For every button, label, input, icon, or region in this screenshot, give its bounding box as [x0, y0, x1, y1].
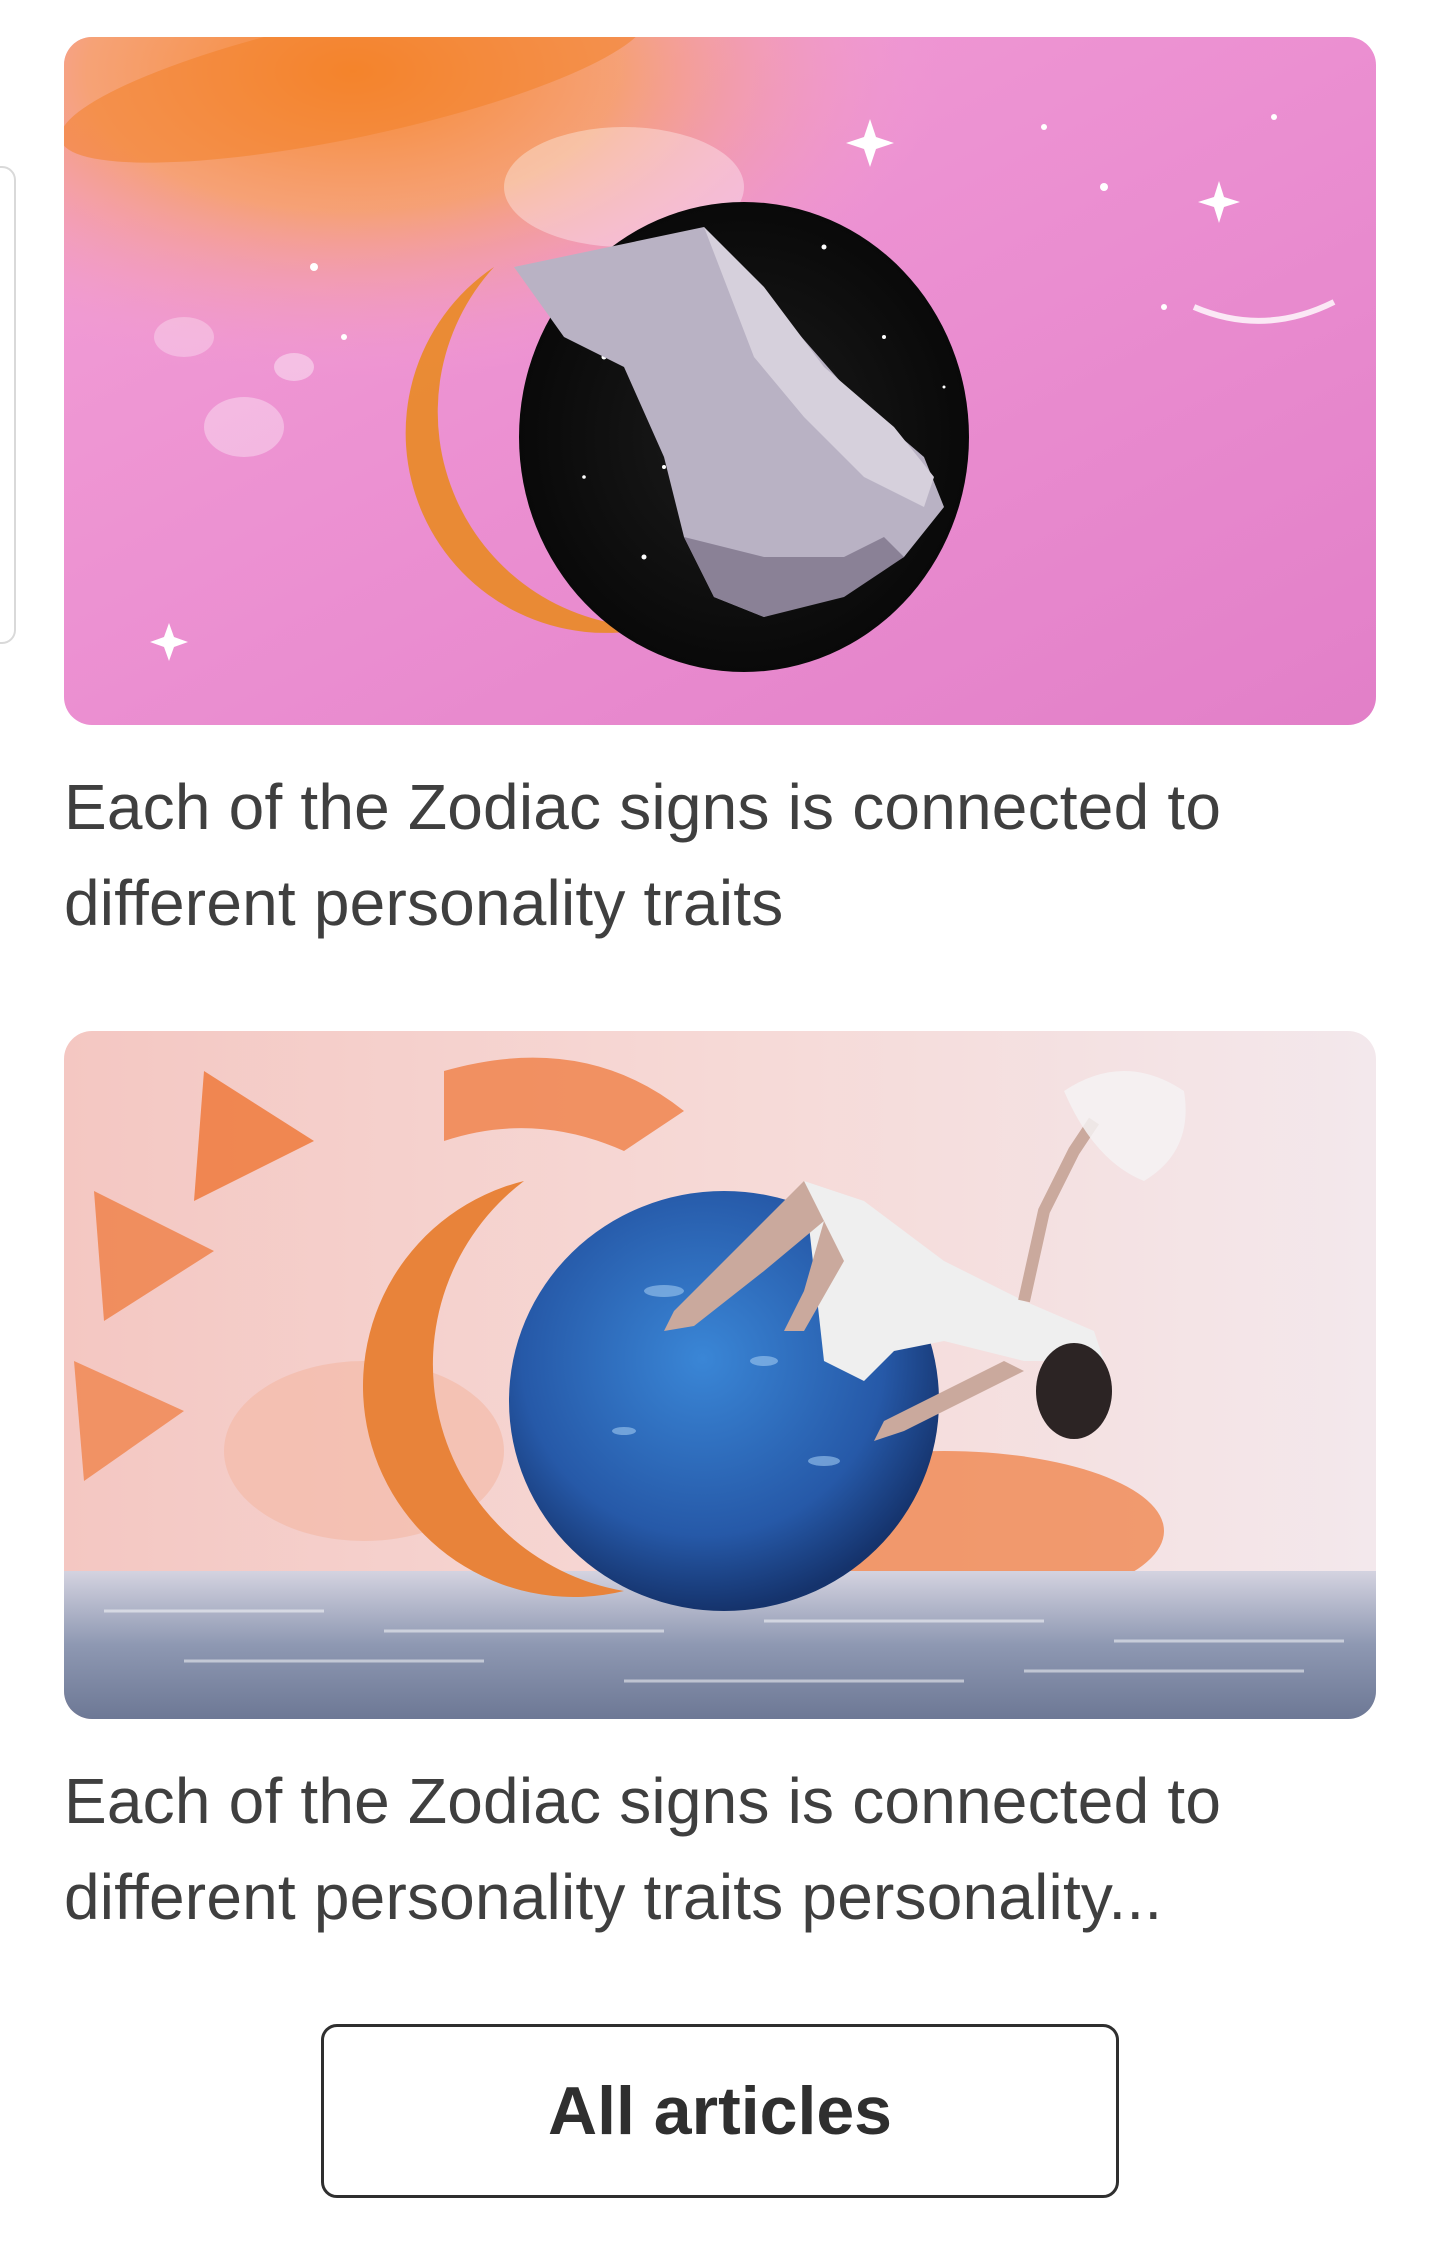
- article-image: [64, 37, 1376, 725]
- article-image: [64, 1031, 1376, 1719]
- article-card[interactable]: Each of the Zodiac signs is connected to…: [64, 1031, 1376, 1945]
- article-title: Each of the Zodiac signs is connected to…: [64, 771, 1222, 939]
- all-articles-button[interactable]: All articles: [321, 2024, 1119, 2198]
- floating-woman-planet-collage-icon: [64, 1031, 1376, 1719]
- holding-hands-moon-collage-icon: [64, 37, 1376, 725]
- side-drawer-handle[interactable]: [0, 166, 16, 644]
- article-title: Each of the Zodiac signs is connected to…: [64, 1765, 1222, 1933]
- article-card[interactable]: Each of the Zodiac signs is connected to…: [64, 37, 1376, 951]
